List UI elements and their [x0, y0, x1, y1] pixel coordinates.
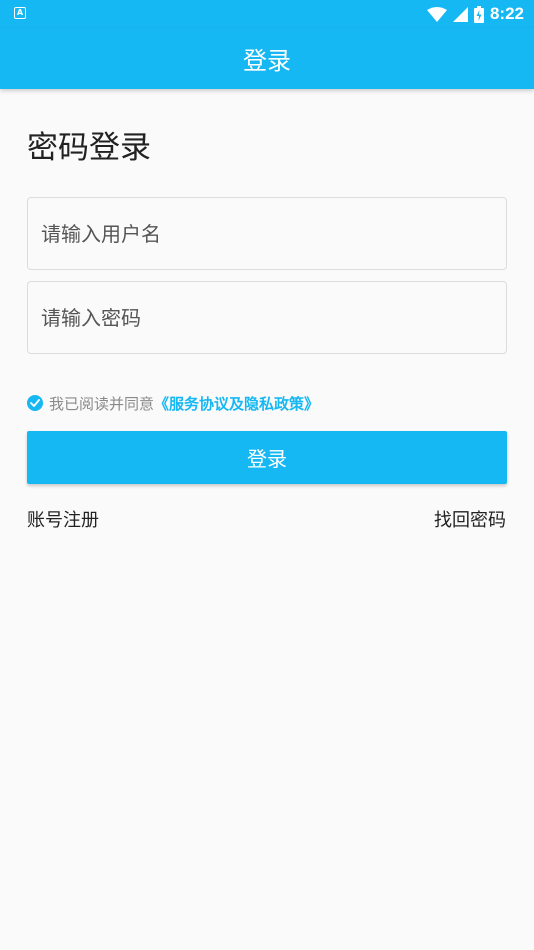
status-icons: 8:22	[426, 3, 524, 25]
password-field[interactable]	[27, 281, 507, 354]
app-title: 登录	[243, 47, 291, 75]
status-time: 8:22	[489, 4, 524, 23]
username-field[interactable]	[27, 197, 507, 270]
agreement-link[interactable]: 《服务协议及隐私政策》	[154, 393, 319, 414]
wifi-icon	[426, 6, 447, 22]
notification-icon: A	[14, 7, 26, 19]
check-circle-icon[interactable]	[27, 395, 43, 411]
forgot-password-link[interactable]: 找回密码	[434, 506, 506, 532]
login-button[interactable]: 登录	[27, 431, 507, 484]
password-input[interactable]	[28, 282, 506, 353]
battery-icon	[473, 5, 484, 23]
status-bar: A 8:22	[0, 0, 534, 28]
agreement-text: 我已阅读并同意	[49, 394, 155, 413]
signal-icon	[452, 6, 468, 22]
agreement-row: 我已阅读并同意 《服务协议及隐私政策》	[27, 392, 319, 414]
register-link[interactable]: 账号注册	[27, 506, 99, 532]
username-input[interactable]	[28, 198, 506, 269]
app-bar: 登录	[0, 28, 534, 89]
page-heading: 密码登录	[27, 130, 151, 166]
